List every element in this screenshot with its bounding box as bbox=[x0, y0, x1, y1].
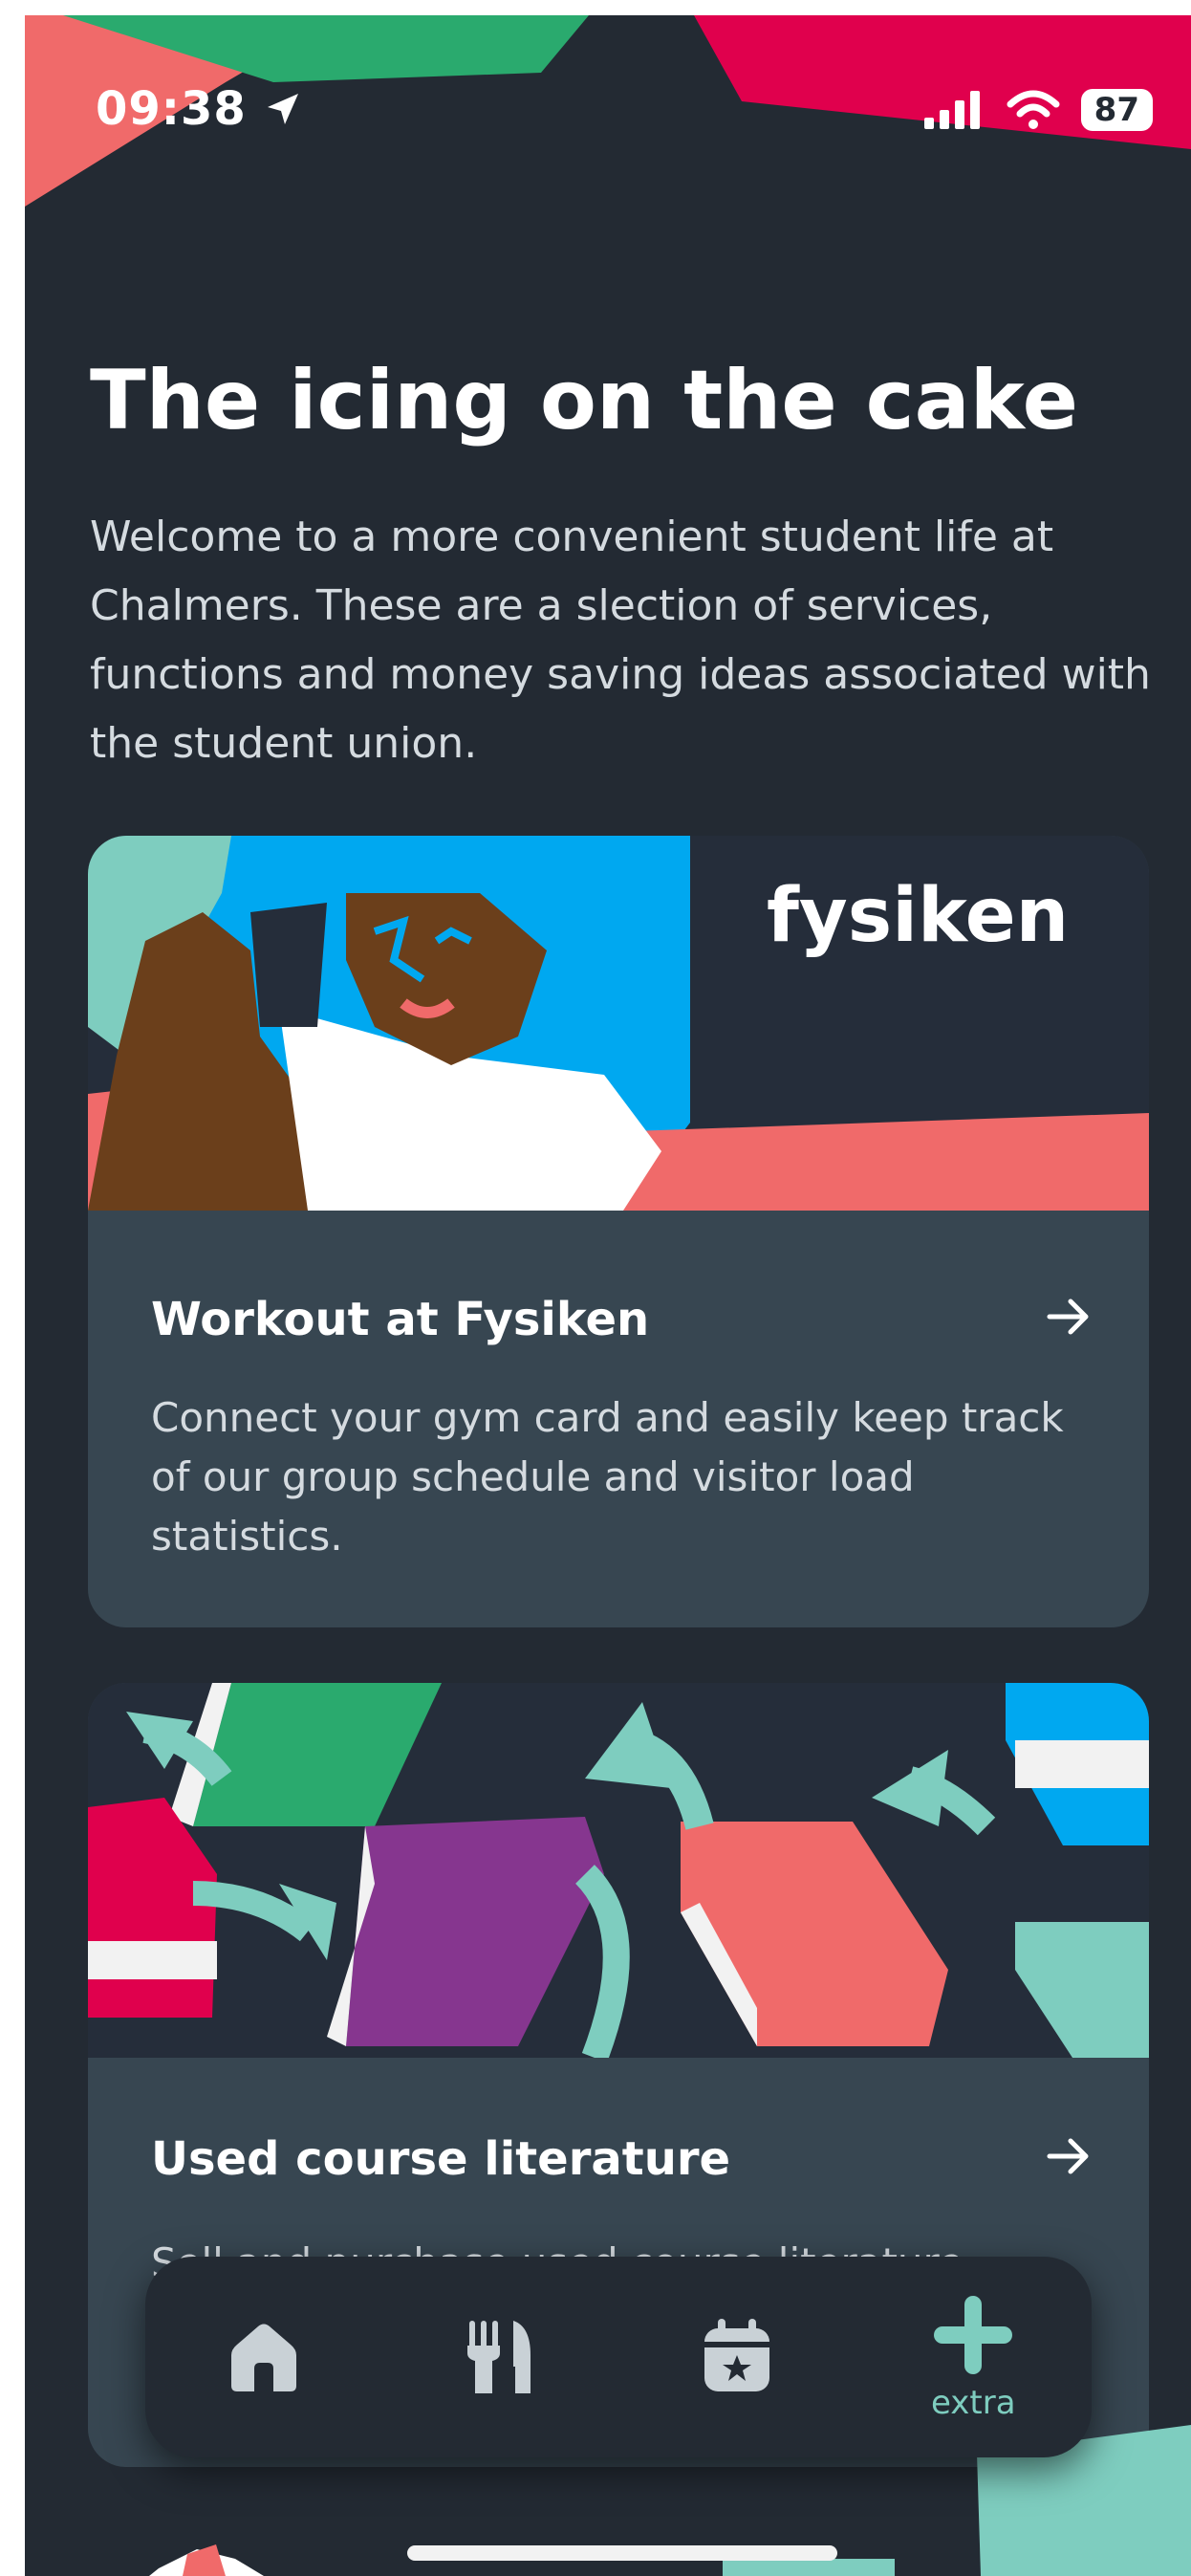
nav-extra[interactable]: extra bbox=[901, 2276, 1045, 2438]
nav-extra-label: extra bbox=[930, 2384, 1016, 2422]
fork-knife-icon bbox=[467, 2321, 531, 2393]
page-intro: Welcome to a more convenient student lif… bbox=[90, 513, 1151, 768]
cellular-signal-icon bbox=[923, 91, 980, 129]
wifi-icon bbox=[1007, 90, 1060, 129]
arrow-right-icon[interactable] bbox=[1044, 1293, 1092, 1341]
location-arrow-icon bbox=[267, 94, 298, 124]
home-indicator bbox=[407, 2545, 837, 2561]
home-icon bbox=[230, 2324, 296, 2391]
fysiken-logo: fysiken bbox=[767, 873, 1069, 959]
page-title: The icing on the cake bbox=[90, 353, 1078, 448]
card-description: Connect your gym card and easily keep tr… bbox=[151, 1394, 1064, 1560]
fysiken-card[interactable]: fysiken Workout at Fysiken Connect your … bbox=[88, 836, 1149, 1627]
nav-restaurants[interactable] bbox=[428, 2276, 572, 2438]
card-title: Workout at Fysiken bbox=[151, 1293, 650, 1346]
card-title: Used course literature bbox=[151, 2132, 731, 2186]
battery-indicator: 87 bbox=[1080, 89, 1153, 131]
battery-level: 87 bbox=[1094, 91, 1139, 129]
arrow-right-icon[interactable] bbox=[1044, 2132, 1092, 2180]
calendar-star-icon bbox=[704, 2319, 769, 2391]
nav-events[interactable] bbox=[665, 2276, 809, 2438]
bottom-navigation: extra bbox=[145, 2257, 1092, 2457]
fysiken-hero-illustration: fysiken bbox=[88, 836, 1149, 1211]
screen: 09:38 87 The icing on the cake Welcome t… bbox=[25, 15, 1191, 2576]
nav-home[interactable] bbox=[192, 2276, 336, 2438]
status-icons: 87 bbox=[922, 86, 1153, 134]
course-literature-illustration bbox=[88, 1683, 1149, 2058]
status-time: 09:38 bbox=[96, 82, 302, 136]
plus-icon bbox=[934, 2296, 1013, 2374]
